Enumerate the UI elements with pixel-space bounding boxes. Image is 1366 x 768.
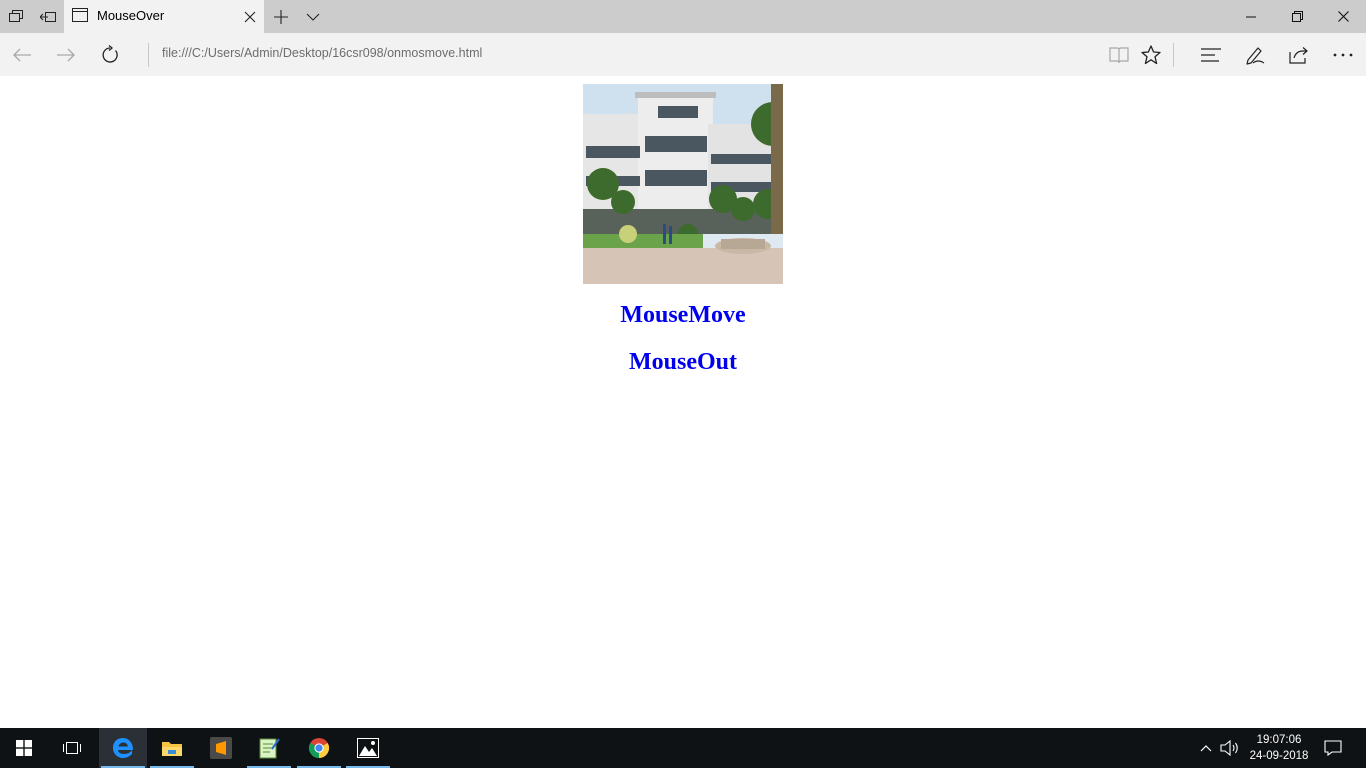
new-tab-icon[interactable]	[265, 0, 297, 33]
task-view-icon[interactable]	[48, 728, 96, 768]
tab-mouseover[interactable]: MouseOver	[64, 0, 264, 33]
minimize-icon[interactable]	[1228, 0, 1274, 33]
file-explorer-icon[interactable]	[148, 728, 196, 768]
speaker-volume-icon[interactable]	[1218, 728, 1242, 768]
sublime-text-icon[interactable]	[197, 728, 245, 768]
navigation-bar: file:///C:/Users/Admin/Desktop/16csr098/…	[0, 33, 1366, 76]
restore-icon[interactable]	[1274, 0, 1320, 33]
tab-bar: MouseOver	[0, 0, 1366, 33]
back-arrow-icon[interactable]	[0, 33, 44, 76]
mousemove-heading[interactable]: MouseMove	[0, 302, 1366, 329]
tab-title: MouseOver	[97, 8, 165, 23]
web-note-pen-icon[interactable]	[1233, 33, 1277, 76]
more-actions-icon[interactable]	[1321, 33, 1365, 76]
chrome-icon[interactable]	[295, 728, 343, 768]
page-content: MouseMove MouseOut	[0, 76, 1366, 728]
mouseout-heading[interactable]: MouseOut	[0, 349, 1366, 376]
clock-date: 24-09-2018	[1249, 750, 1309, 762]
address-url[interactable]: file:///C:/Users/Admin/Desktop/16csr098/…	[162, 46, 482, 60]
toolbar-separator	[1173, 43, 1174, 67]
notepad-icon[interactable]	[245, 728, 293, 768]
edge-browser-icon[interactable]	[99, 728, 147, 768]
share-icon[interactable]	[1277, 33, 1321, 76]
favorites-star-icon[interactable]	[1129, 33, 1173, 76]
page-icon	[72, 8, 88, 27]
forward-arrow-icon[interactable]	[44, 33, 88, 76]
close-tab-icon[interactable]	[244, 10, 256, 28]
windows-start-icon[interactable]	[0, 728, 48, 768]
clock-time: 19:07:06	[1256, 734, 1302, 746]
set-tabs-aside-icon[interactable]	[32, 0, 64, 33]
taskbar: 19:07:06 24-09-2018	[0, 728, 1366, 768]
college-building-photo[interactable]	[583, 84, 783, 284]
hub-icon[interactable]	[1189, 33, 1233, 76]
address-separator	[148, 43, 149, 67]
tabs-aside-icon[interactable]	[0, 0, 32, 33]
system-clock[interactable]: 19:07:06 24-09-2018	[1240, 732, 1318, 764]
show-hidden-icons-chevron-icon[interactable]	[1196, 728, 1216, 768]
refresh-icon[interactable]	[88, 33, 132, 76]
close-window-icon[interactable]	[1320, 0, 1366, 33]
tab-preview-chevron-icon[interactable]	[297, 0, 329, 33]
action-center-icon[interactable]	[1320, 728, 1346, 768]
photos-icon[interactable]	[344, 728, 392, 768]
